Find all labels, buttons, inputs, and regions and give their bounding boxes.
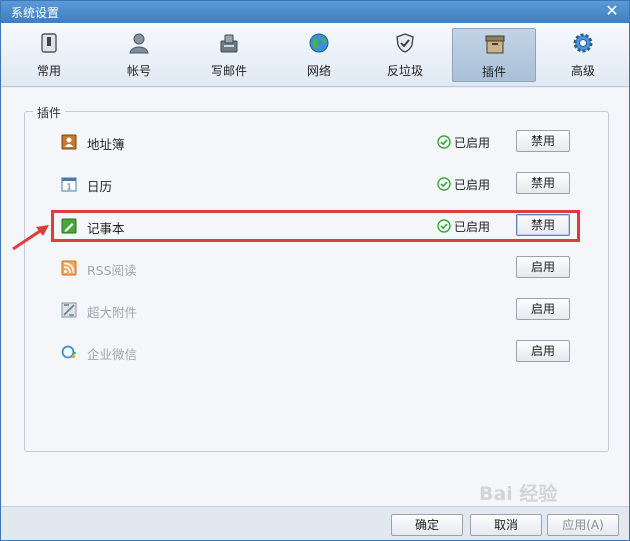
tab-label: 帐号 bbox=[126, 64, 151, 78]
title-bar[interactable]: 系统设置 ✕ bbox=[1, 1, 629, 23]
tab-label: 网络 bbox=[306, 64, 331, 78]
tab-plugins[interactable]: 插件 bbox=[452, 28, 536, 82]
plugin-status-text: 已启用 bbox=[454, 178, 491, 192]
plugin-row-rss: RSS阅读 启用 bbox=[56, 254, 576, 282]
watermark: Bai 经验 bbox=[479, 483, 558, 505]
settings-window: 系统设置 ✕ 常用 帐号 写邮件 网络 反垃圾 插件 高级 插件 地址簿 已启用… bbox=[0, 0, 630, 541]
tab-advanced[interactable]: 高级 bbox=[541, 28, 625, 82]
svg-text:1: 1 bbox=[66, 183, 71, 192]
enable-button[interactable]: 启用 bbox=[516, 298, 570, 320]
general-icon bbox=[41, 33, 57, 53]
tab-label: 插件 bbox=[481, 65, 506, 79]
plugin-row-large-attachment: 超大附件 启用 bbox=[56, 296, 576, 324]
plugin-name: 地址簿 bbox=[87, 137, 125, 152]
account-icon bbox=[129, 33, 149, 54]
check-circle-icon bbox=[437, 135, 451, 149]
tab-general[interactable]: 常用 bbox=[7, 28, 91, 82]
settings-tabs: 常用 帐号 写邮件 网络 反垃圾 插件 高级 bbox=[1, 23, 629, 87]
tab-label: 反垃圾 bbox=[386, 64, 423, 78]
plugin-status-text: 已启用 bbox=[454, 136, 491, 150]
tab-account[interactable]: 帐号 bbox=[97, 28, 181, 82]
disable-button[interactable]: 禁用 bbox=[516, 172, 570, 194]
check-circle-icon bbox=[437, 177, 451, 191]
advanced-gear-icon bbox=[573, 33, 593, 53]
plugin-box-icon bbox=[485, 35, 505, 54]
tab-compose[interactable]: 写邮件 bbox=[187, 28, 271, 82]
wework-icon bbox=[61, 345, 76, 359]
enable-button[interactable]: 启用 bbox=[516, 256, 570, 278]
highlight-box bbox=[51, 210, 580, 242]
plugin-status: 已启用 bbox=[437, 176, 490, 193]
tab-antispam[interactable]: 反垃圾 bbox=[363, 28, 447, 82]
red-arrow-icon bbox=[12, 225, 49, 251]
plugin-row-calendar: 1 日历 已启用 禁用 bbox=[56, 170, 576, 198]
tab-label: 写邮件 bbox=[210, 64, 247, 78]
window-title: 系统设置 bbox=[11, 6, 60, 20]
plugin-status: 已启用 bbox=[437, 134, 490, 151]
plugins-group-title: 插件 bbox=[33, 104, 66, 121]
enable-button[interactable]: 启用 bbox=[516, 340, 570, 362]
antispam-shield-icon bbox=[396, 33, 414, 53]
apply-button[interactable]: 应用(A) bbox=[547, 514, 619, 536]
calendar-icon: 1 bbox=[61, 177, 77, 192]
plugin-name: 企业微信 bbox=[87, 347, 138, 362]
tab-label: 常用 bbox=[36, 64, 61, 78]
close-icon[interactable]: ✕ bbox=[603, 2, 621, 20]
tab-label: 高级 bbox=[570, 64, 595, 78]
large-attachment-icon bbox=[61, 302, 77, 318]
tab-network[interactable]: 网络 bbox=[277, 28, 361, 82]
network-icon bbox=[309, 33, 329, 53]
ok-button[interactable]: 确定 bbox=[391, 514, 463, 536]
rss-icon bbox=[61, 260, 77, 276]
plugin-name: RSS阅读 bbox=[87, 263, 137, 278]
address-book-icon bbox=[61, 134, 77, 150]
compose-icon bbox=[220, 34, 238, 53]
disable-button[interactable]: 禁用 bbox=[516, 130, 570, 152]
plugin-name: 日历 bbox=[87, 179, 113, 194]
plugin-row-address-book: 地址簿 已启用 禁用 bbox=[56, 128, 576, 156]
plugin-row-wework: 企业微信 启用 bbox=[56, 338, 576, 366]
cancel-button[interactable]: 取消 bbox=[470, 514, 542, 536]
dialog-footer: 确定 取消 应用(A) bbox=[1, 506, 629, 540]
plugin-name: 超大附件 bbox=[87, 305, 138, 320]
